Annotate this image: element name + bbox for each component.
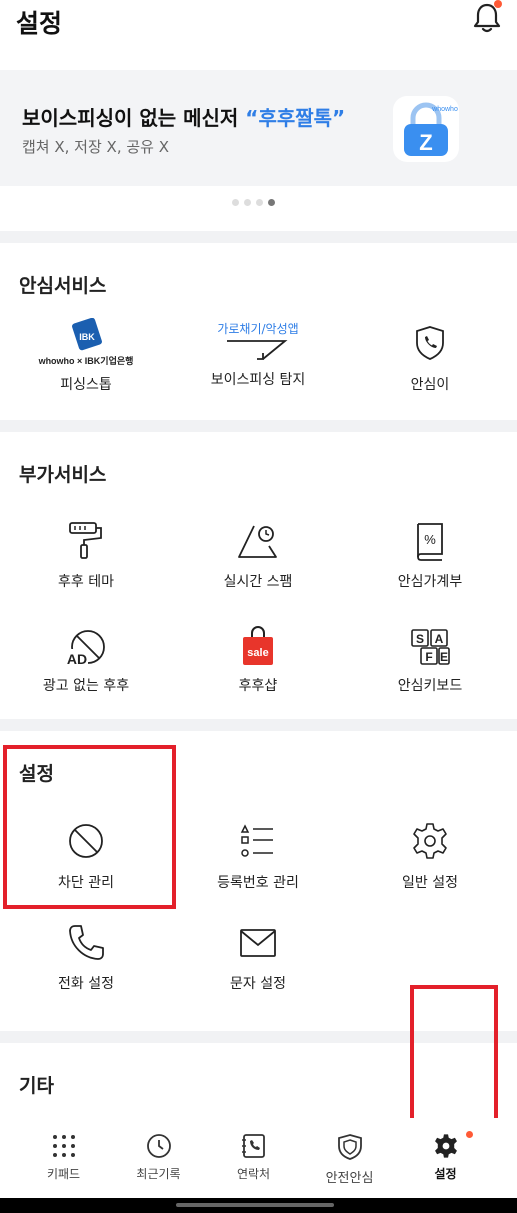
service-label: 피싱스톱: [60, 377, 112, 393]
extra-label: 후후 테마: [58, 574, 114, 590]
sale-text: sale: [247, 647, 268, 659]
home-indicator[interactable]: [176, 1203, 334, 1207]
banner-headline: 보이스피싱이 없는 메신저 “후후짤톡”: [22, 106, 346, 130]
no-ad-text: AD: [67, 651, 87, 667]
extra-label: 실시간 스팸: [223, 574, 293, 590]
settings-label: 등록번호 관리: [217, 875, 299, 891]
carousel-dots[interactable]: [232, 199, 275, 206]
extra-label: 안심가계부: [397, 574, 463, 590]
extra-keyboard[interactable]: S A F E 안심키보드: [344, 627, 516, 695]
nav-tab-settings[interactable]: 설정: [394, 1118, 497, 1198]
section-title-other: 기타: [19, 1075, 54, 1097]
nav-tab-safety[interactable]: 안전안심: [298, 1118, 401, 1198]
extra-label: 광고 없는 후후: [42, 678, 130, 694]
settings-label: 일반 설정: [402, 875, 458, 891]
percent-book-icon: %: [417, 523, 443, 561]
extra-theme[interactable]: 후후 테마: [0, 520, 172, 591]
gear-icon: [413, 823, 447, 859]
nav-tab-contacts[interactable]: 연락처: [202, 1118, 305, 1198]
nav-label: 최근기록: [136, 1167, 181, 1181]
nav-label: 안전안심: [325, 1171, 374, 1186]
extra-ledger[interactable]: % 안심가계부: [344, 520, 516, 591]
arrow-icon: [227, 340, 288, 360]
extra-label: 안심키보드: [397, 678, 463, 694]
carousel-dot[interactable]: [244, 199, 251, 206]
promo-banner[interactable]: 보이스피싱이 없는 메신저 “후후짤톡” 캡쳐 X, 저장 X, 공유 X Z …: [0, 70, 517, 186]
clock-icon: [146, 1134, 171, 1158]
nav-tab-recent[interactable]: 최근기록: [107, 1118, 210, 1198]
sale-bag-icon: sale: [243, 626, 273, 665]
settings-registered-numbers[interactable]: 등록번호 관리: [172, 822, 344, 892]
service-ansimi[interactable]: 안심이: [344, 325, 516, 394]
nav-tab-keypad[interactable]: 키패드: [12, 1118, 115, 1198]
notification-badge: [494, 0, 502, 8]
extra-label: 후후샵: [238, 678, 278, 694]
service-voice-phishing[interactable]: 가로채기/악성앱 보이스피싱 탐지: [172, 320, 344, 389]
section-title-extra: 부가서비스: [19, 464, 107, 486]
settings-label: 문자 설정: [230, 976, 286, 992]
triangle-clock-icon: [238, 525, 277, 558]
keyboard-icon: S A F E: [411, 629, 450, 665]
system-nav-bar: [0, 1198, 517, 1213]
shield-phone-icon: [416, 326, 444, 360]
extra-realtime-spam[interactable]: 실시간 스팸: [172, 520, 344, 591]
section-title-safety: 안심서비스: [19, 275, 107, 297]
nav-label: 연락처: [236, 1167, 271, 1181]
nav-label: 설정: [434, 1167, 457, 1181]
app-icon-letter: Z: [419, 130, 432, 155]
page-title: 설정: [16, 9, 63, 38]
ibk-logo-text: whowho × IBK기업은행: [38, 355, 134, 366]
no-ad-icon: AD: [66, 630, 105, 667]
section-divider: [0, 719, 517, 731]
svg-text:%: %: [424, 532, 436, 547]
svg-text:S: S: [416, 632, 424, 646]
section-divider: [0, 420, 517, 432]
settings-phone[interactable]: 전화 설정: [0, 923, 172, 993]
section-divider: [0, 231, 517, 243]
settings-general[interactable]: 일반 설정: [344, 822, 516, 892]
banner-highlight: “후후짤톡”: [245, 106, 346, 130]
nav-label: 키패드: [46, 1167, 81, 1181]
paint-roller-icon: [69, 522, 102, 559]
extra-no-ads[interactable]: AD 광고 없는 후후: [0, 627, 172, 695]
app-icon-text: whowho: [431, 106, 458, 113]
bottom-navigation: 키패드 최근기록 연락처 안전안심 설정: [0, 1118, 517, 1198]
extra-shop[interactable]: sale 후후샵: [172, 625, 344, 695]
service-phishing-stop[interactable]: IBK whowho × IBK기업은행 피싱스톱: [0, 318, 172, 394]
gear-icon: [434, 1134, 457, 1158]
header: 설정: [0, 0, 517, 70]
carousel-dot[interactable]: [232, 199, 239, 206]
carousel-dot[interactable]: [256, 199, 263, 206]
mail-icon: [240, 929, 276, 957]
banner-subtitle: 캡쳐 X, 저장 X, 공유 X: [22, 138, 170, 156]
phone-icon: [69, 925, 104, 960]
keypad-icon: [52, 1135, 75, 1157]
svg-text:A: A: [435, 632, 444, 646]
settings-message[interactable]: 문자 설정: [172, 925, 344, 993]
settings-label: 전화 설정: [58, 976, 114, 992]
ibk-logo: IBK whowho × IBK기업은행: [38, 318, 134, 366]
svg-text:F: F: [425, 650, 432, 664]
settings-tab-badge: [466, 1131, 473, 1138]
svg-text:IBK: IBK: [79, 332, 95, 342]
highlight-box-block: [3, 745, 176, 909]
carousel-dot-active[interactable]: [268, 199, 275, 206]
svg-text:E: E: [440, 650, 448, 664]
service-label: 안심이: [410, 377, 450, 393]
service-tag: 가로채기/악성앱: [217, 322, 299, 336]
list-icon: [240, 824, 273, 857]
contacts-icon: [241, 1134, 265, 1158]
service-label: 보이스피싱 탐지: [210, 372, 306, 388]
app-icon: Z whowho: [393, 96, 459, 162]
shield-icon: [337, 1134, 362, 1160]
